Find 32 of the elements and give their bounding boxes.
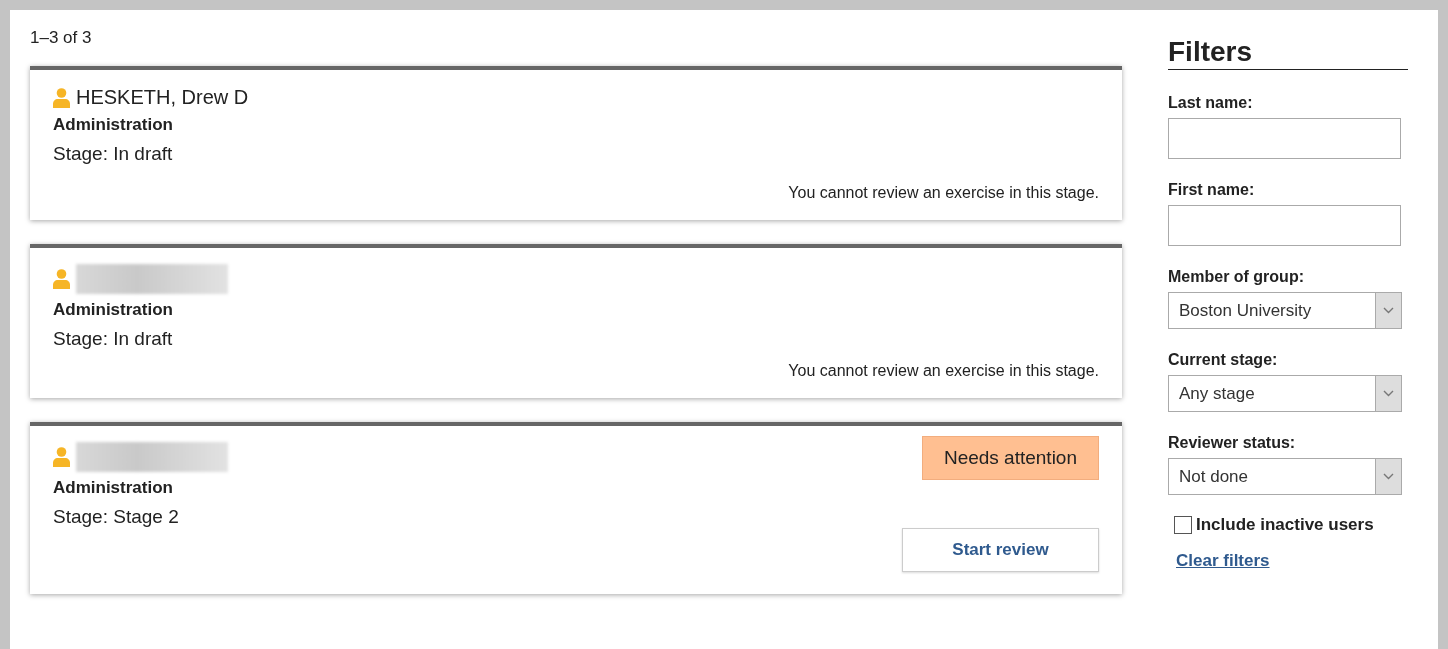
person-icon <box>53 447 70 467</box>
stage-note: You cannot review an exercise in this stage. <box>788 183 1099 202</box>
field-label: Last name: <box>1168 94 1254 112</box>
checkbox[interactable] <box>1174 516 1192 534</box>
field-label: Reviewer status: <box>1168 434 1297 452</box>
dropdown[interactable]: Boston University <box>1168 292 1402 329</box>
stage-label: Stage: In draft <box>53 328 174 350</box>
department: Administration <box>53 300 174 320</box>
dropdown[interactable]: Any stage <box>1168 375 1402 412</box>
checkbox-label: Include inactive users <box>1196 515 1374 535</box>
stage-label: Stage: Stage 2 <box>53 506 180 528</box>
chevron-icon <box>1383 307 1394 314</box>
chevron-icon <box>1383 390 1394 397</box>
results-count: 1–3 of 3 <box>30 28 93 48</box>
status-badge: Needs attention <box>921 436 1099 480</box>
person-name: HESKETH, Drew D <box>76 86 249 109</box>
input-field[interactable] <box>1168 118 1401 159</box>
input-field[interactable] <box>1168 205 1401 246</box>
field-label: Member of group: <box>1168 268 1305 286</box>
dropdown[interactable]: Not done <box>1168 458 1402 495</box>
person-icon <box>53 269 70 289</box>
chevron-icon <box>1383 473 1394 480</box>
clear-filters-link[interactable]: Clear filters <box>1176 551 1270 571</box>
stage-note: You cannot review an exercise in this stage. <box>788 361 1099 380</box>
filters-heading: Filters <box>1168 35 1408 70</box>
start-review-button[interactable]: Start review <box>902 528 1099 572</box>
field-label: First name: <box>1168 181 1256 199</box>
stage-label: Stage: In draft <box>53 143 174 165</box>
department: Administration <box>53 478 174 498</box>
person-icon <box>53 87 70 108</box>
department: Administration <box>53 115 174 135</box>
field-label: Current stage: <box>1168 351 1279 369</box>
